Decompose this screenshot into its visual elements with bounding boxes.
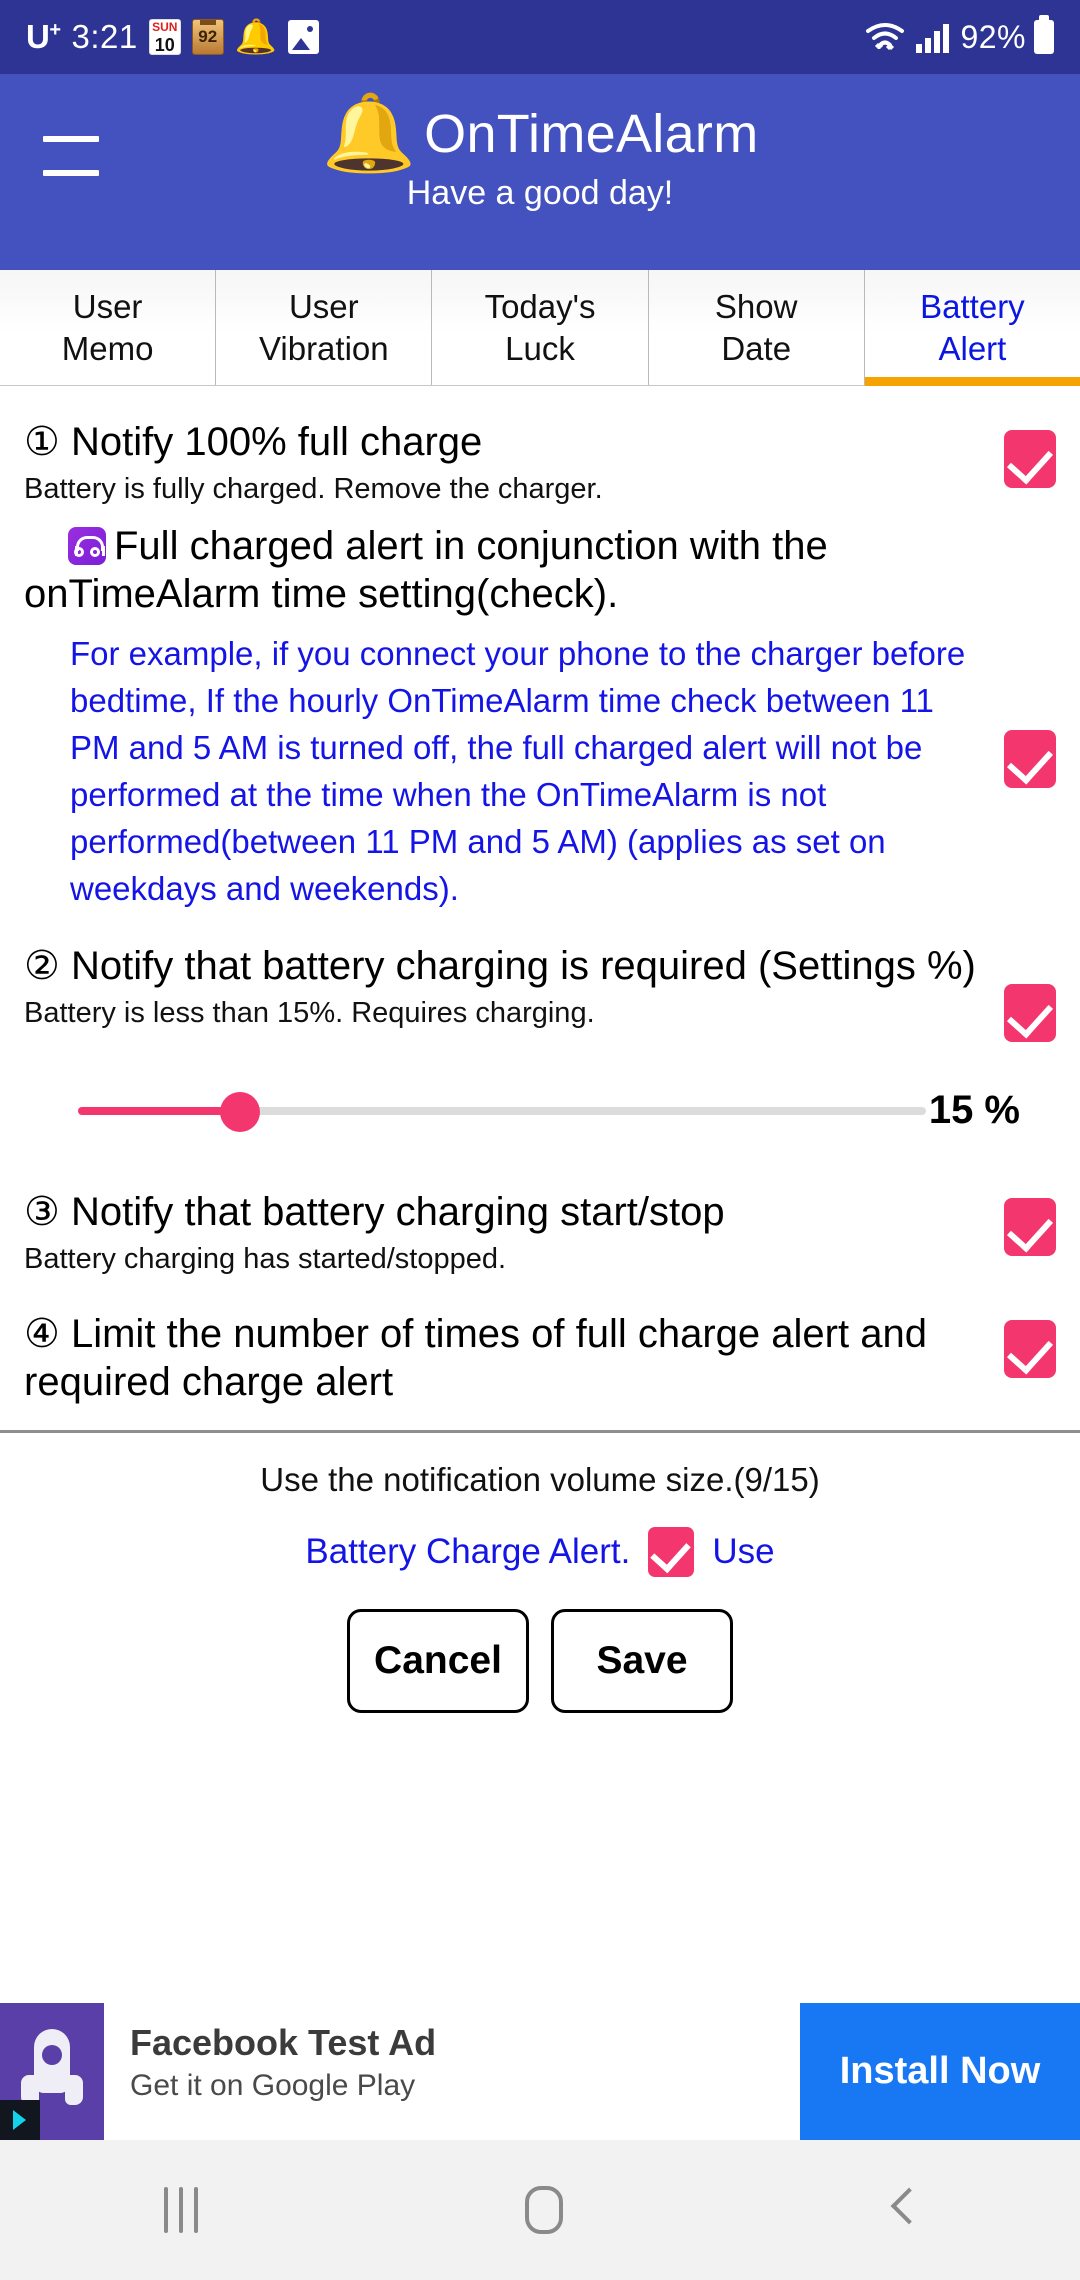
- tab-battery-alert[interactable]: Battery Alert: [864, 270, 1080, 386]
- setting-title: ④ Limit the number of times of full char…: [24, 1312, 927, 1404]
- setting-subtitle: Battery is less than 15%. Requires charg…: [24, 997, 595, 1029]
- app-bar: 🔔 OnTimeAlarm Have a good day!: [0, 74, 1080, 270]
- bell-icon: 🔔: [234, 18, 278, 56]
- app-bar-center: 🔔 OnTimeAlarm Have a good day!: [0, 74, 1080, 213]
- slider-thumb[interactable]: [220, 1092, 260, 1132]
- ad-title: Facebook Test Ad: [130, 2022, 437, 2063]
- checkbox-charge-required[interactable]: [1004, 984, 1056, 1042]
- tab-show-date[interactable]: Show Date: [648, 270, 865, 385]
- setting-example-text: For example, if you connect your phone t…: [70, 635, 966, 907]
- setting-item-text: ② Notify that battery charging is requir…: [24, 942, 1004, 1032]
- recent-apps-icon[interactable]: [163, 2187, 198, 2233]
- status-bar-left: U+ 3:21 SUN 10 92 🔔: [26, 18, 320, 56]
- checkbox-full-charge[interactable]: [1004, 430, 1056, 488]
- app-title-row: 🔔 OnTimeAlarm: [322, 96, 759, 172]
- install-now-button[interactable]: Install Now: [800, 2003, 1080, 2140]
- carrier-label: U+: [26, 18, 61, 55]
- checkbox-limit-times[interactable]: [1004, 1320, 1056, 1378]
- charge-threshold-slider-row: 15 %: [0, 1042, 1080, 1140]
- setting-title: ② Notify that battery charging is requir…: [24, 944, 976, 988]
- phone-screen: U+ 3:21 SUN 10 92 🔔 92% 🔔 OnTimeAlarm Ha…: [0, 0, 1080, 2280]
- setting-item-charge-required: ② Notify that battery charging is requir…: [0, 912, 1080, 1042]
- setting-item-limit-times: ④ Limit the number of times of full char…: [0, 1278, 1080, 1406]
- setting-subtitle: Battery is fully charged. Remove the cha…: [24, 473, 603, 505]
- checkbox-charge-start-stop[interactable]: [1004, 1198, 1056, 1256]
- wifi-icon: [866, 23, 905, 51]
- setting-title: ① Notify 100% full charge: [24, 420, 483, 464]
- setting-title-wrap: Full charged alert in conjunction with t…: [24, 522, 984, 618]
- ad-text: Facebook Test Ad Get it on Google Play: [104, 2003, 800, 2140]
- tab-label-line2: Memo: [61, 329, 154, 367]
- tab-todays-luck[interactable]: Today's Luck: [432, 270, 649, 385]
- ad-banner[interactable]: Facebook Test Ad Get it on Google Play I…: [0, 2003, 1080, 2140]
- image-icon: [288, 20, 320, 54]
- battery-charge-alert-label: Battery Charge Alert.: [305, 1532, 631, 1571]
- setting-item-conjunction: Full charged alert in conjunction with t…: [0, 508, 1080, 912]
- volume-note: Use the notification volume size.(9/15): [260, 1461, 820, 1498]
- status-bar-clock: 3:21: [71, 18, 138, 55]
- status-bar: U+ 3:21 SUN 10 92 🔔 92%: [0, 0, 1080, 74]
- signal-icon: [916, 24, 950, 53]
- headphone-icon: [68, 527, 106, 565]
- app-subtitle: Have a good day!: [406, 174, 674, 212]
- slider-track-fill: [78, 1107, 226, 1115]
- save-button[interactable]: Save: [551, 1609, 733, 1713]
- ad-choices-icon[interactable]: [0, 2100, 40, 2140]
- tab-bar: User Memo User Vibration Today's Luck Sh…: [0, 270, 1080, 386]
- tab-user-memo[interactable]: User Memo: [0, 270, 217, 385]
- battery-icon: [1034, 15, 1054, 54]
- setting-item-text: ④ Limit the number of times of full char…: [24, 1310, 1004, 1406]
- calendar-icon: SUN 10: [148, 19, 181, 55]
- cancel-button[interactable]: Cancel: [347, 1609, 529, 1713]
- tab-label-line1: Battery: [920, 287, 1025, 325]
- status-bar-right: 92%: [864, 15, 1054, 56]
- setting-title: Full charged alert in conjunction with t…: [24, 524, 828, 616]
- tab-label-line2: Luck: [505, 329, 575, 367]
- setting-item-text: ① Notify 100% full charge Battery is ful…: [24, 418, 1004, 508]
- bell-icon: 🔔: [321, 91, 417, 176]
- calendar-icon-day: 10: [154, 35, 175, 55]
- charge-threshold-slider[interactable]: [24, 1080, 926, 1140]
- tab-label-line1: Show: [714, 287, 798, 325]
- page-title: OnTimeAlarm: [424, 104, 759, 164]
- back-icon[interactable]: [890, 2188, 916, 2232]
- tab-label-line1: User: [288, 287, 359, 325]
- tab-label-line2: Alert: [938, 329, 1007, 367]
- home-icon[interactable]: [524, 2186, 563, 2234]
- meter-icon-value: 92: [198, 27, 218, 46]
- headphone-icon-dots: [74, 547, 100, 559]
- tab-label-line1: Today's: [484, 287, 596, 325]
- meter-icon: 92: [191, 19, 224, 55]
- hamburger-menu-icon[interactable]: [43, 136, 99, 176]
- system-nav-bar: [0, 2140, 1080, 2280]
- battery-percent-label: 92%: [960, 18, 1026, 55]
- setting-subtitle: Battery charging has started/stopped.: [24, 1243, 507, 1275]
- setting-item-text: ③ Notify that battery charging start/sto…: [24, 1188, 1004, 1278]
- checkbox-use-battery-charge-alert[interactable]: [648, 1527, 695, 1577]
- tab-user-vibration[interactable]: User Vibration: [216, 270, 433, 385]
- battery-charge-alert-row: Battery Charge Alert. Use: [0, 1499, 1080, 1577]
- setting-item-full-charge: ① Notify 100% full charge Battery is ful…: [0, 386, 1080, 508]
- checkbox-conjunction[interactable]: [1004, 730, 1056, 788]
- setting-item-text: Full charged alert in conjunction with t…: [24, 522, 1004, 912]
- setting-item-charge-start-stop: ③ Notify that battery charging start/sto…: [0, 1140, 1080, 1278]
- slider-value-label: 15 %: [928, 1087, 1020, 1132]
- settings-content: ① Notify 100% full charge Battery is ful…: [0, 386, 1080, 1713]
- setting-title: ③ Notify that battery charging start/sto…: [24, 1190, 725, 1234]
- tab-label-line1: User: [72, 287, 143, 325]
- use-label: Use: [712, 1532, 775, 1571]
- ad-subtitle: Get it on Google Play: [130, 2069, 416, 2102]
- rocket-app-icon: [0, 2003, 104, 2140]
- action-buttons: Cancel Save: [0, 1577, 1080, 1713]
- tab-label-line2: Date: [721, 329, 792, 367]
- calendar-icon-weekday: SUN: [149, 20, 180, 34]
- tab-label-line2: Vibration: [258, 329, 389, 367]
